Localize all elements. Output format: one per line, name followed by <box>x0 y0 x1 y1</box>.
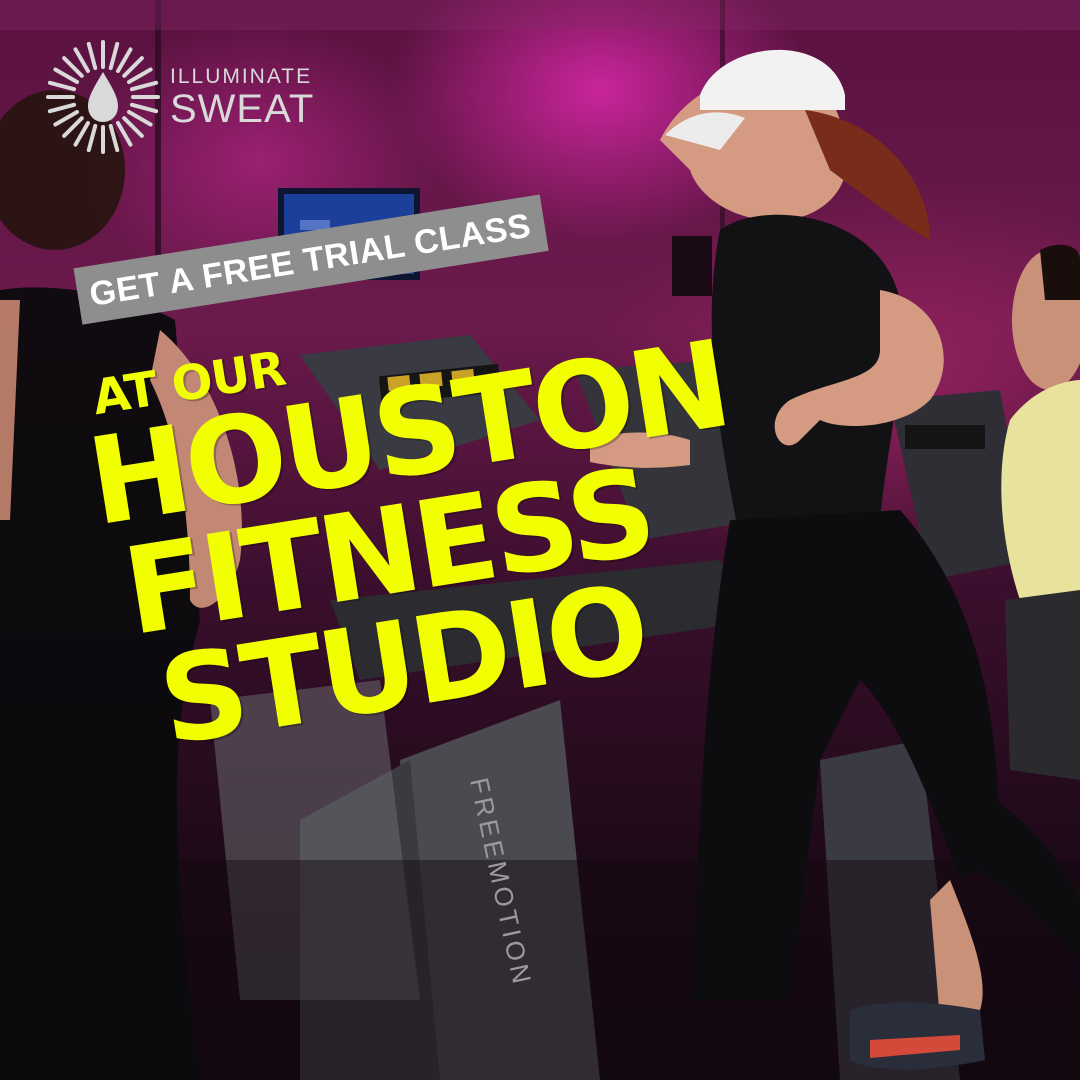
promo-graphic: ILLUMINATE SWEAT GET A FREE TRIAL CLASS … <box>0 0 1080 1080</box>
treadmill-brand-label: FREEMOTION <box>464 775 538 990</box>
treadmill-brand-overlay: FREEMOTION <box>464 775 538 990</box>
